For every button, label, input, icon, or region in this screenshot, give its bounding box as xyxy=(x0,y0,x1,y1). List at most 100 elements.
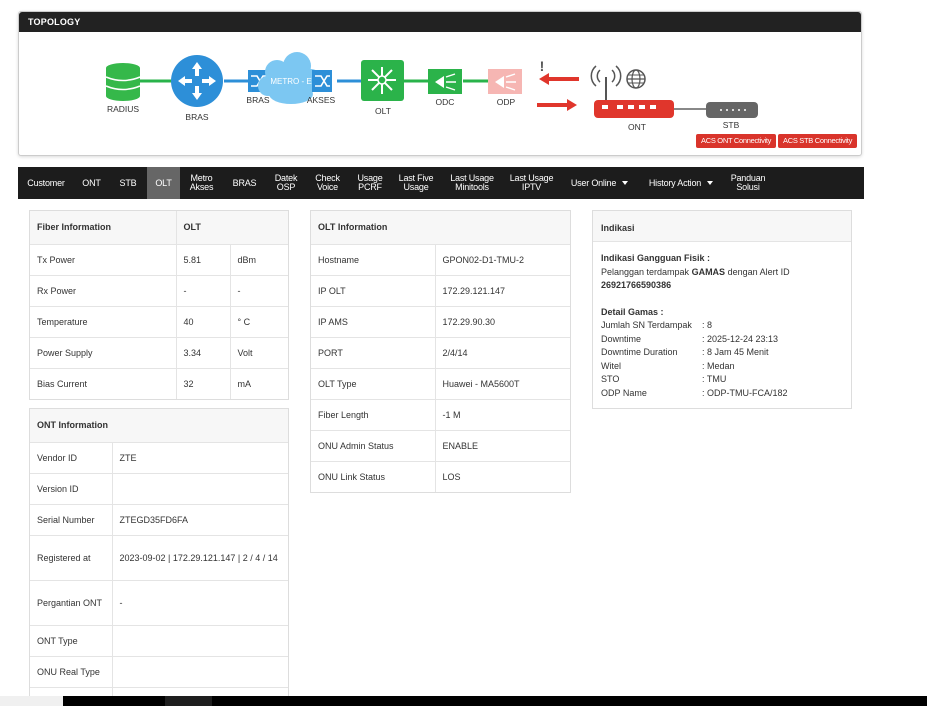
row-label: Pergantian ONT xyxy=(30,580,112,626)
detail-label: Downtime Duration xyxy=(601,347,678,357)
metro-label: METRO - E xyxy=(270,77,312,86)
table-row: Power Supply 3.34 Volt xyxy=(30,337,288,369)
radius-label: RADIUS xyxy=(106,104,140,114)
olt-information-panel: OLT Information Hostname GPON02-D1-TMU-2… xyxy=(310,210,571,493)
row-label: Hostname xyxy=(311,244,435,276)
row-value: - xyxy=(175,275,230,307)
table-row: Version ID xyxy=(30,473,288,505)
row-label: IP OLT xyxy=(311,275,435,307)
acs-stb-connectivity-button[interactable]: ACS STB Connectivity xyxy=(778,134,858,148)
tab-last-usage-iptv[interactable]: Last Usage IPTV xyxy=(503,167,560,199)
row-value: ZTE xyxy=(111,442,288,474)
fiber-information-header: Fiber Information xyxy=(30,211,176,245)
detail-label: Downtime xyxy=(601,333,642,344)
row-label: Serial Number xyxy=(30,504,112,536)
tab-usage-pcrf[interactable]: Usage PCRF xyxy=(349,167,391,199)
tab-customer[interactable]: Customer xyxy=(18,167,74,199)
row-value: 2/4/14 xyxy=(434,337,570,369)
table-row: OLT Type Huawei - MA5600T xyxy=(311,368,570,400)
history-action-label: History Action xyxy=(648,177,702,188)
row-unit: Volt xyxy=(229,337,288,369)
acs-ont-connectivity-button[interactable]: ACS ONT Connectivity xyxy=(696,134,777,148)
topology-diagram: RADIUS BRAS BRAS METRO - E AKSES OLT ODC… xyxy=(19,32,861,156)
row-value xyxy=(111,656,288,688)
ont-device-icon[interactable] xyxy=(594,100,674,118)
table-row: Pergantian ONT - xyxy=(30,580,288,626)
alert-id: 26921766590386 xyxy=(601,280,672,290)
chevron-down-icon xyxy=(622,181,629,185)
alert-mark: ! xyxy=(539,58,545,74)
row-label: Registered at xyxy=(30,535,112,581)
tab-history-action[interactable]: History Action xyxy=(639,167,723,199)
table-row: ONU Real Type xyxy=(30,656,288,688)
detail-value: : Medan xyxy=(702,360,735,371)
indikasi-panel: Indikasi Indikasi Gangguan Fisik : Pelan… xyxy=(592,210,852,409)
tab-bras[interactable]: BRAS xyxy=(223,167,266,199)
table-row: ONT Type xyxy=(30,625,288,657)
row-label: Vendor ID xyxy=(30,442,112,474)
detail-row: Downtime: 2025-12-24 23:13 xyxy=(601,333,843,347)
ont-information-table: ONT Information Vendor ID ZTE Version ID… xyxy=(30,409,288,698)
table-row: Tx Power 5.81 dBm xyxy=(30,244,288,276)
fiber-information-panel: Fiber Information OLT Tx Power 5.81 dBm … xyxy=(29,210,289,400)
alert-arrows-icon xyxy=(537,73,579,111)
olt-column-header: OLT xyxy=(175,211,288,245)
detail-label: STO xyxy=(601,374,620,384)
tab-olt[interactable]: OLT xyxy=(147,167,180,199)
row-label: Tx Power xyxy=(30,244,176,276)
tab-metro-akses[interactable]: Metro Akses xyxy=(180,167,223,199)
bras-router-label: BRAS xyxy=(185,112,209,122)
detail-value: : 8 Jam 45 Menit xyxy=(702,347,769,357)
table-header-row: OLT Information xyxy=(311,211,570,245)
detail-row: Downtime Duration : 8 Jam 45 Menit xyxy=(601,346,843,360)
detail-row: Jumlah SN Terdampak: 8 xyxy=(601,319,843,333)
ont-information-header: ONT Information xyxy=(30,409,288,443)
tab-last-usage-minitools[interactable]: Last Usage Minitools xyxy=(441,167,503,199)
olt-icon[interactable] xyxy=(361,60,404,101)
indikasi-header: Indikasi xyxy=(593,211,851,242)
tab-check-voice[interactable]: Check Voice xyxy=(306,167,349,199)
akses-switch-icon[interactable] xyxy=(312,70,332,92)
row-label: Bias Current xyxy=(37,378,88,389)
gangguan-text-1: Pelanggan terdampak xyxy=(601,266,692,277)
tab-datek-osp[interactable]: Datek OSP xyxy=(266,167,306,199)
topology-panel: TOPOLOGY RADIUS BRAS BRAS METRO - E AKSE… xyxy=(18,11,862,156)
detail-label: Witel xyxy=(601,360,621,371)
tab-user-online[interactable]: User Online xyxy=(560,167,639,199)
row-label: Version ID xyxy=(30,473,112,505)
row-unit: dBm xyxy=(229,244,288,276)
odp-icon[interactable] xyxy=(488,69,522,94)
detail-value: : ODP-TMU-FCA/182 xyxy=(702,387,788,398)
tab-ont[interactable]: ONT xyxy=(74,167,109,199)
table-row: IP AMS 172.29.90.30 xyxy=(311,306,570,338)
olt-information-table: OLT Information Hostname GPON02-D1-TMU-2… xyxy=(311,211,570,492)
user-online-label: User Online xyxy=(570,177,617,188)
bras-router-icon[interactable] xyxy=(171,55,223,107)
row-label: ONT Type xyxy=(30,625,112,657)
radius-database-icon[interactable] xyxy=(105,63,141,101)
row-unit: mA xyxy=(229,368,288,399)
row-label: Power Supply xyxy=(30,337,176,369)
row-value: Huawei - MA5600T xyxy=(434,368,570,400)
detail-row: Witel : Medan xyxy=(601,360,843,374)
gangguan-title: Indikasi Gangguan Fisik : xyxy=(601,253,711,263)
table-row: Fiber Length -1 M xyxy=(311,399,570,431)
gangguan-text-2: dengan Alert ID xyxy=(725,266,790,277)
tab-panduan-solusi[interactable]: Panduan Solusi xyxy=(723,167,773,199)
stb-label: STB xyxy=(722,120,740,130)
detail-gamas-title: Detail Gamas : xyxy=(601,306,664,317)
table-row: Rx Power - - xyxy=(30,275,288,307)
gamas-label: GAMAS xyxy=(691,266,726,277)
row-label: Temperature xyxy=(30,306,176,338)
stb-device-icon[interactable] xyxy=(706,102,758,118)
detail-value: : TMU xyxy=(702,374,727,384)
tab-stb[interactable]: STB xyxy=(109,167,147,199)
odc-icon[interactable] xyxy=(428,69,462,94)
indikasi-body: Indikasi Gangguan Fisik : Pelanggan terd… xyxy=(593,242,851,410)
row-value xyxy=(111,625,288,657)
gangguan-text: Pelanggan terdampak GAMAS dengan Alert I… xyxy=(601,266,843,280)
row-label: ONU Real Type xyxy=(30,656,112,688)
table-header-row: ONT Information xyxy=(30,409,288,443)
tab-last-five-usage[interactable]: Last Five Usage xyxy=(391,167,441,199)
globe-icon xyxy=(626,69,646,89)
